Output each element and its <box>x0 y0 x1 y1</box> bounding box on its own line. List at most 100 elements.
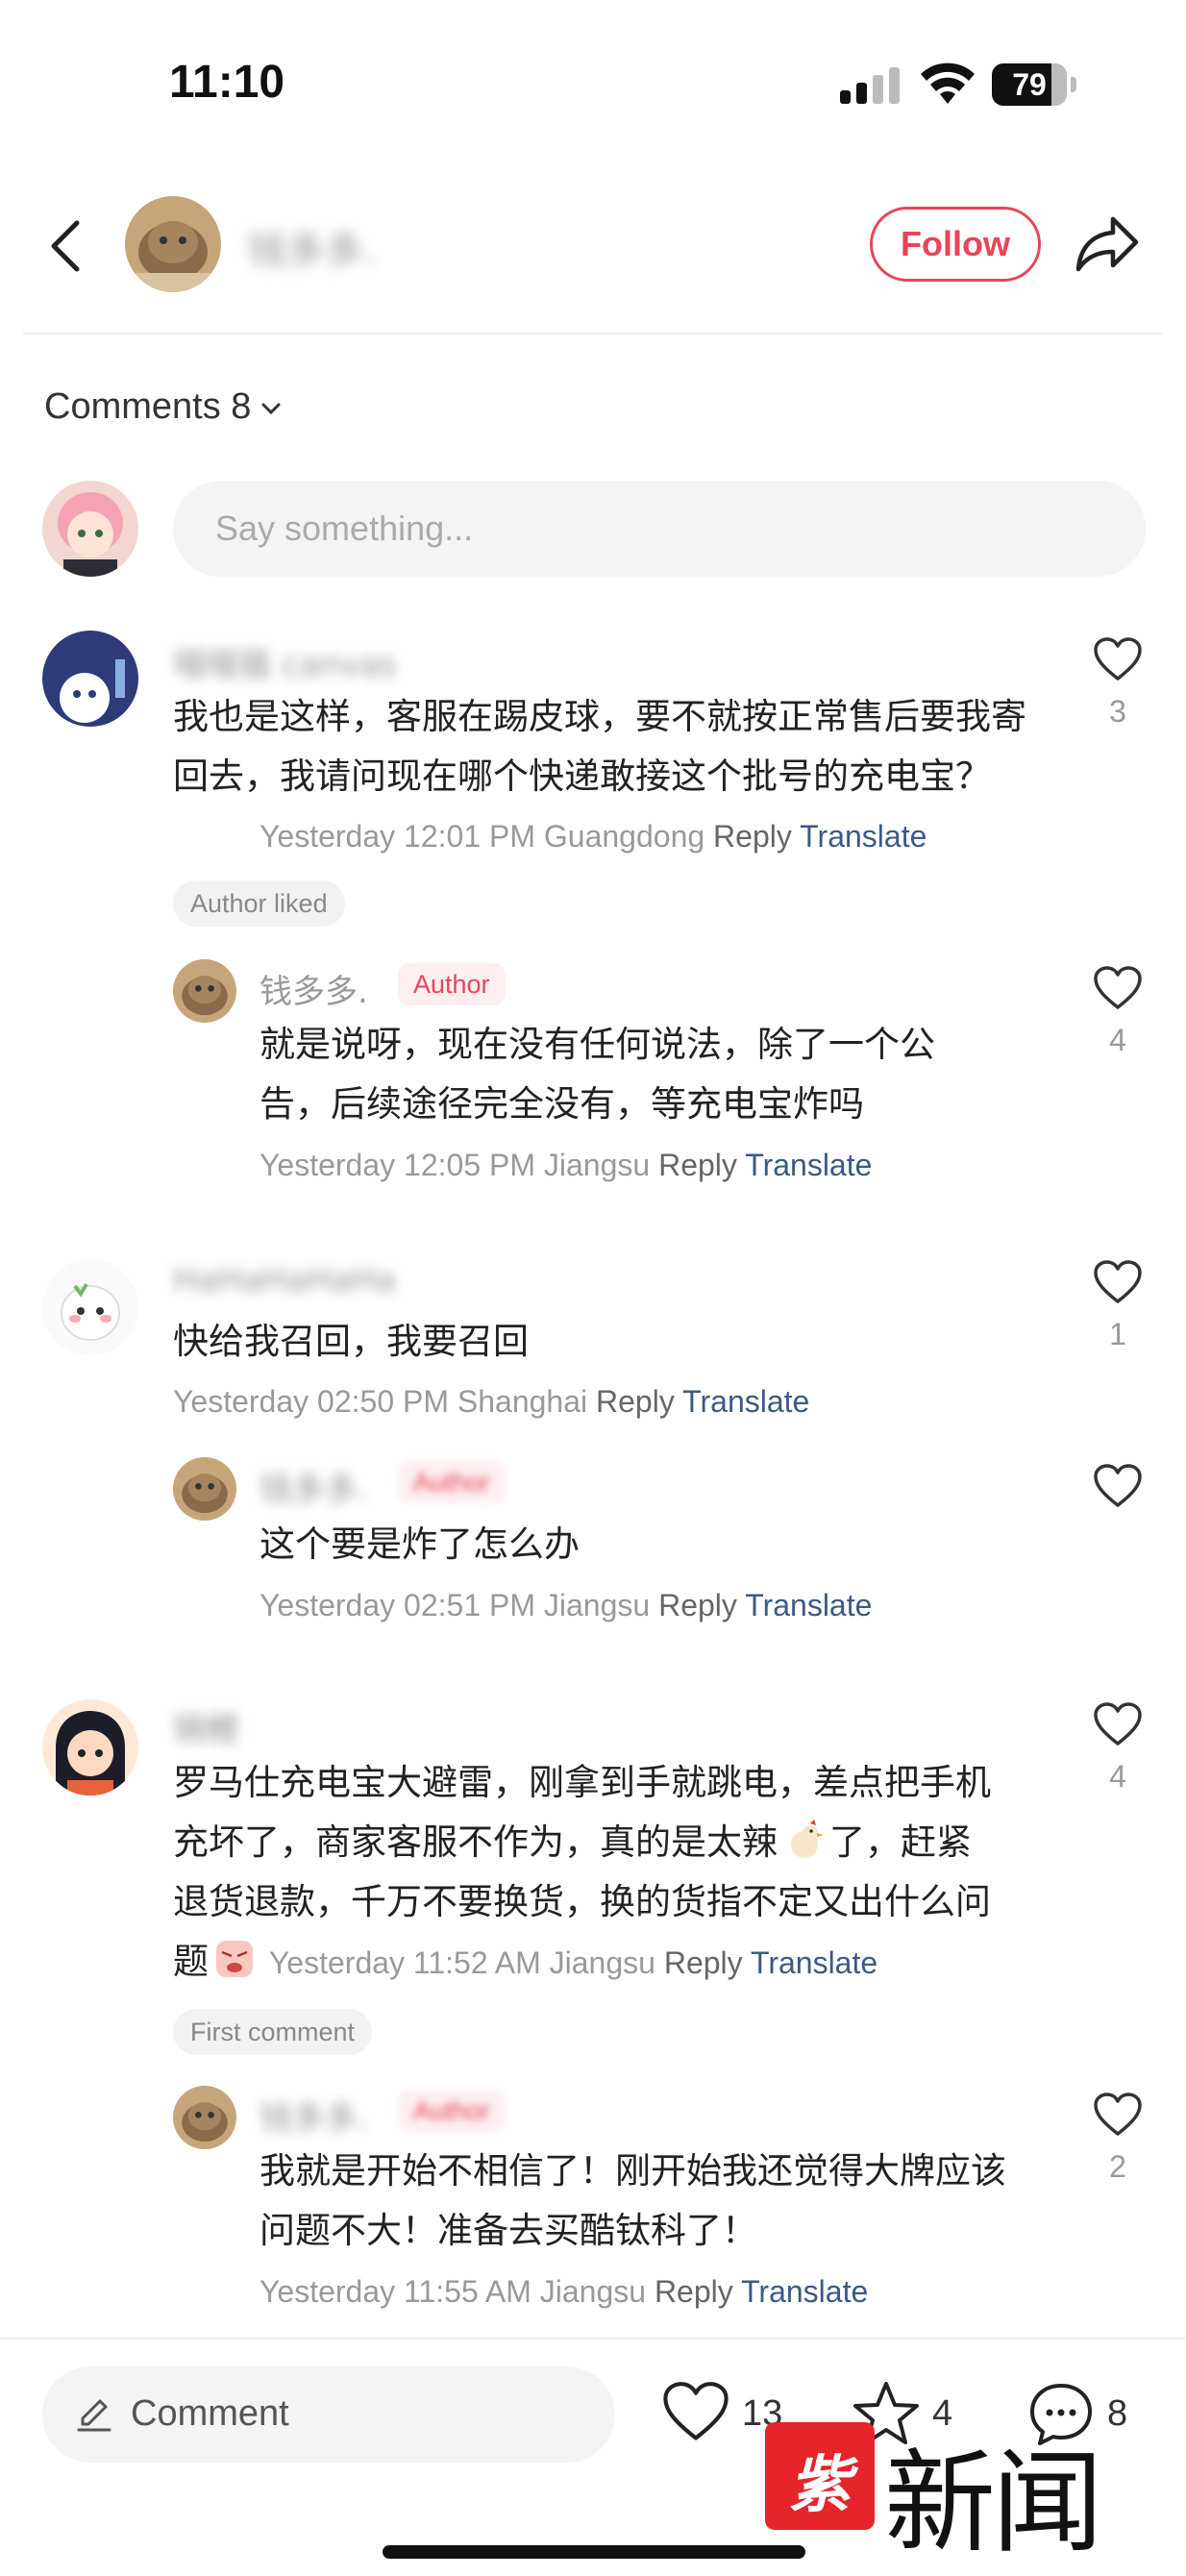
translate-link[interactable]: Translate <box>741 2274 868 2309</box>
comments-count-label: Comments 8 <box>44 386 252 427</box>
comment-text-line: 退货退款，千万不要换货，换的货指不定又出什么问 <box>173 1881 991 1922</box>
current-user-avatar <box>42 481 138 577</box>
comment-meta: Yesterday 12:01 PM Guangdong Reply Trans… <box>259 819 927 855</box>
like-count: 4 <box>1109 1023 1126 1057</box>
reply-time: Yesterday 11:55 AM <box>259 2274 531 2309</box>
translate-link[interactable]: Translate <box>800 819 927 854</box>
reply-link[interactable]: Reply <box>658 1148 737 1182</box>
like-button[interactable]: 1 <box>1089 1259 1147 1352</box>
battery-indicator: 79 <box>992 63 1076 106</box>
watermark-logo-box: 紫牛 <box>765 2422 875 2576</box>
share-icon[interactable] <box>1075 213 1140 273</box>
reply-avatar[interactable] <box>173 1457 236 1521</box>
comment-time: Yesterday 11:52 AM <box>268 1945 541 1980</box>
like-button[interactable]: 4 <box>1089 965 1147 1058</box>
battery-level: 79 <box>1012 67 1047 102</box>
reply-link[interactable]: Reply <box>596 1384 675 1419</box>
comment-meta: Yesterday 02:50 PM Shanghai Reply Transl… <box>173 1384 809 1420</box>
like-button[interactable] <box>1089 1463 1147 1521</box>
reply-link[interactable]: Reply <box>664 1945 743 1980</box>
author-name[interactable]: 钱多多. <box>248 219 376 275</box>
reply-location: Jiangsu <box>539 2274 647 2309</box>
follow-button[interactable]: Follow <box>870 207 1041 282</box>
heart-icon <box>1094 637 1142 681</box>
signal-icon <box>840 67 900 104</box>
comment-text-line: 题 Yesterday 11:52 AM Jiangsu Reply Trans… <box>173 1932 1057 1993</box>
like-button[interactable]: 3 <box>1089 636 1147 730</box>
first-comment-badge: First comment <box>173 2009 373 2055</box>
author-tag: Author <box>398 963 506 1005</box>
like-count: 1 <box>1109 1317 1126 1351</box>
reply-location: Jiangsu <box>543 1588 651 1622</box>
comment-time: Yesterday 12:01 PM <box>259 819 535 854</box>
like-count: 4 <box>1109 1759 1126 1794</box>
heart-icon <box>1094 1464 1142 1507</box>
heart-icon <box>1094 966 1142 1009</box>
wifi-icon <box>921 62 975 104</box>
heart-icon <box>1094 2093 1142 2136</box>
comments-total-count: 8 <box>1107 2393 1128 2434</box>
chevron-down-icon <box>261 403 281 415</box>
comment-location: Jiangsu <box>549 1945 655 1980</box>
reply-text: 我就是开始不相信了！刚开始我还觉得大牌应该问题不大！准备去买酷钛科了！ <box>259 2150 1006 2251</box>
heart-icon <box>1094 1702 1142 1746</box>
reply-user-name[interactable]: 钱多多. <box>259 2092 368 2139</box>
comment-location: Shanghai <box>457 1384 588 1419</box>
back-chevron-icon[interactable] <box>42 217 88 275</box>
commenter-avatar[interactable] <box>42 631 138 727</box>
comment-entry-label: Comment <box>131 2393 289 2434</box>
author-liked-badge: Author liked <box>173 880 345 927</box>
commenter-avatar[interactable] <box>42 1259 138 1355</box>
crying-face-emoji-icon <box>216 1941 253 1977</box>
author-tag: Author <box>398 2090 506 2132</box>
translate-link[interactable]: Translate <box>682 1384 809 1419</box>
reply-text: 就是说呀，现在没有任何说法，除了一个公告，后续途径完全没有，等充电宝炸吗 <box>259 1024 935 1125</box>
like-count: 3 <box>1109 694 1126 729</box>
comment-location: Guangdong <box>543 819 705 854</box>
reply-meta: Yesterday 02:51 PM Jiangsu Reply Transla… <box>259 1588 872 1623</box>
chicken-emoji-icon <box>791 1820 824 1858</box>
translate-link[interactable]: Translate <box>745 1588 872 1622</box>
comment-text-line: 充坏了，商家客服不作为，真的是太辣 了，赶紧 <box>173 1813 1057 1872</box>
header-divider <box>23 333 1163 334</box>
reply-meta: Yesterday 12:05 PM Jiangsu Reply Transla… <box>259 1148 872 1183</box>
commenter-name[interactable]: 锦鲤 <box>173 1703 238 1750</box>
comments-count-toggle[interactable]: Comments 8 <box>44 386 282 428</box>
reply-text: 这个要是炸了怎么办 <box>259 1523 580 1565</box>
reply-avatar[interactable] <box>173 959 236 1023</box>
commenter-name[interactable]: 喵喵猫 canvas <box>173 638 397 685</box>
commenter-name[interactable]: HaHaHaHaHa <box>173 1261 396 1300</box>
author-avatar[interactable] <box>125 196 221 292</box>
reply-meta: Yesterday 11:55 AM Jiangsu Reply Transla… <box>259 2274 868 2310</box>
comment-input[interactable] <box>173 481 1146 577</box>
translate-link[interactable]: Translate <box>745 1148 872 1182</box>
reply-avatar[interactable] <box>173 2086 236 2149</box>
pencil-icon <box>77 2399 111 2432</box>
reply-link[interactable]: Reply <box>713 819 792 854</box>
heart-icon <box>1094 1260 1142 1303</box>
comment-text: 我也是这样，客服在踢皮球，要不就按正常售后要我寄回去，我请问现在哪个快递敢接这个… <box>173 696 1026 797</box>
translate-link[interactable]: Translate <box>751 1945 877 1980</box>
reply-time: Yesterday 12:05 PM <box>259 1148 535 1182</box>
commenter-avatar[interactable] <box>42 1699 138 1796</box>
comment-entry-button[interactable]: Comment <box>42 2366 615 2463</box>
comment-time: Yesterday 02:50 PM <box>173 1384 449 1419</box>
like-button[interactable]: 2 <box>1089 2092 1147 2185</box>
comment-text-line: 罗马仕充电宝大避雷，刚拿到手就跳电，差点把手机 <box>173 1762 991 1803</box>
comment-text: 快给我召回，我要召回 <box>173 1321 529 1362</box>
reply-user-name[interactable]: 钱多多. <box>259 1463 368 1510</box>
like-button[interactable]: 4 <box>1089 1701 1147 1795</box>
status-time: 11:10 <box>169 57 285 108</box>
like-count: 2 <box>1109 2149 1126 2184</box>
heart-icon <box>663 2382 729 2440</box>
watermark-text: 新闻 <box>884 2439 1103 2568</box>
author-tag: Author <box>398 1461 506 1503</box>
reply-link[interactable]: Reply <box>655 2274 733 2309</box>
comment-text: 罗马仕充电宝大避雷，刚拿到手就跳电，差点把手机 充坏了，商家客服不作为，真的是太… <box>173 1753 1057 1993</box>
reply-user-name[interactable]: 钱多多. <box>259 965 368 1012</box>
reply-time: Yesterday 02:51 PM <box>259 1588 535 1622</box>
reply-location: Jiangsu <box>543 1148 651 1182</box>
bottom-divider <box>0 2338 1186 2340</box>
reply-link[interactable]: Reply <box>658 1588 737 1622</box>
home-indicator <box>383 2545 805 2559</box>
